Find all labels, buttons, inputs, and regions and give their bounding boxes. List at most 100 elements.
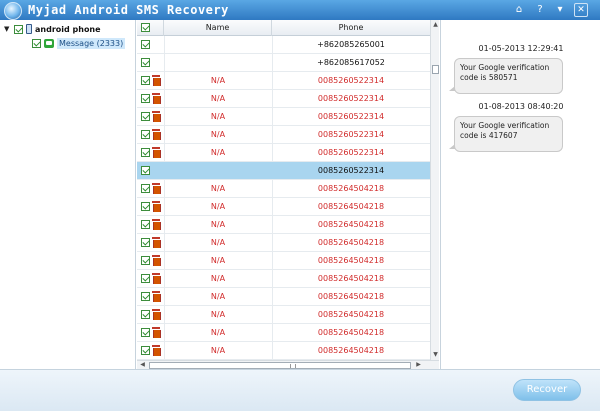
- cell-phone: 0085264504218: [317, 310, 385, 319]
- row-checkbox[interactable]: [141, 94, 150, 103]
- cell-name: [164, 36, 272, 54]
- cell-name: N/A: [210, 292, 226, 301]
- table-row[interactable]: N/A 0085264504218: [137, 216, 430, 234]
- deleted-trash-icon: [152, 75, 161, 86]
- row-checkbox[interactable]: [141, 220, 150, 229]
- scroll-right-icon[interactable]: ▶: [414, 361, 423, 369]
- device-tree: ▼ android phone Message (2333): [0, 20, 136, 369]
- cell-name: N/A: [210, 130, 226, 139]
- cell-phone: 0085260522314: [317, 112, 385, 121]
- scroll-up-icon[interactable]: ▲: [431, 21, 440, 29]
- app-logo-icon: [4, 2, 22, 20]
- scroll-grip-icon: [290, 364, 296, 368]
- table-row[interactable]: N/A 0085264504218: [137, 270, 430, 288]
- row-checkbox[interactable]: [141, 256, 150, 265]
- row-checkbox[interactable]: [141, 292, 150, 301]
- row-checkbox[interactable]: [141, 166, 150, 175]
- message-node-label[interactable]: Message (2333): [57, 37, 126, 49]
- device-checkbox[interactable]: [14, 24, 23, 34]
- help-icon[interactable]: ?: [533, 3, 547, 17]
- message-preview-pane: 01-05-2013 12:29:41 Your Google verifica…: [440, 20, 600, 369]
- table-row[interactable]: N/A 0085264504218: [137, 288, 430, 306]
- vertical-scroll-thumb[interactable]: [432, 65, 439, 74]
- scroll-left-icon[interactable]: ◀: [138, 361, 147, 369]
- deleted-trash-icon: [152, 327, 161, 338]
- cell-name: N/A: [210, 310, 226, 319]
- title-bar: Myjad Android SMS Recovery ⌂ ? ▾ ✕: [0, 0, 600, 20]
- table-row[interactable]: N/A 0085260522314: [137, 108, 430, 126]
- row-checkbox[interactable]: [141, 328, 150, 337]
- row-checkbox[interactable]: [141, 184, 150, 193]
- header-select-all[interactable]: [137, 20, 164, 36]
- cell-phone: 0085264504218: [317, 238, 385, 247]
- table-row[interactable]: +862085617052: [137, 54, 430, 72]
- table-row[interactable]: N/A 0085264504218: [137, 324, 430, 342]
- cell-phone: 0085260522314: [317, 130, 385, 139]
- table-row[interactable]: N/A 0085264504218: [137, 252, 430, 270]
- deleted-trash-icon: [152, 147, 161, 158]
- deleted-trash-icon: [152, 309, 161, 320]
- scroll-down-icon[interactable]: ▼: [431, 351, 440, 359]
- cell-phone: 0085264504218: [317, 346, 385, 355]
- table-row[interactable]: N/A 0085260522314: [137, 90, 430, 108]
- cell-name: N/A: [210, 94, 226, 103]
- row-checkbox[interactable]: [141, 112, 150, 121]
- row-checkbox[interactable]: [141, 238, 150, 247]
- message-table: Name Phone +862085265001 +862085617052 N/A…: [137, 20, 430, 381]
- horizontal-scroll-thumb[interactable]: [149, 362, 411, 369]
- row-checkbox[interactable]: [141, 202, 150, 211]
- home-icon[interactable]: ⌂: [512, 3, 526, 17]
- row-checkbox[interactable]: [141, 76, 150, 85]
- footer-bar: Recover: [0, 369, 600, 411]
- row-checkbox[interactable]: [141, 58, 150, 67]
- table-row[interactable]: N/A 0085264504218: [137, 342, 430, 360]
- table-row[interactable]: N/A 0085264504218: [137, 306, 430, 324]
- cell-phone: +862085265001: [317, 40, 385, 49]
- row-checkbox[interactable]: [141, 346, 150, 355]
- table-row[interactable]: N/A 0085264504218: [137, 180, 430, 198]
- cell-phone: 0085260522314: [317, 76, 385, 85]
- row-checkbox[interactable]: [141, 310, 150, 319]
- table-row[interactable]: N/A 0085264504218: [137, 198, 430, 216]
- message-timestamp: 01-05-2013 12:29:41: [478, 44, 564, 53]
- recover-button[interactable]: Recover: [513, 379, 581, 401]
- row-checkbox[interactable]: [141, 130, 150, 139]
- deleted-trash-icon: [152, 255, 161, 266]
- deleted-trash-icon: [152, 273, 161, 284]
- cell-name: N/A: [210, 202, 226, 211]
- table-row[interactable]: N/A 0085264504218: [137, 234, 430, 252]
- column-header-phone[interactable]: Phone: [272, 20, 430, 36]
- cell-phone: 0085260522314: [317, 148, 385, 157]
- cell-phone: 0085264504218: [317, 274, 385, 283]
- menu-icon[interactable]: ▾: [553, 3, 567, 17]
- row-checkbox[interactable]: [141, 40, 150, 49]
- message-checkbox[interactable]: [32, 38, 41, 48]
- table-row[interactable]: +862085265001: [137, 36, 430, 54]
- table-row[interactable]: N/A 0085260522314: [137, 72, 430, 90]
- cell-name: N/A: [210, 328, 226, 337]
- cell-name: [164, 162, 272, 180]
- horizontal-scrollbar[interactable]: ◀ ▶: [137, 360, 439, 369]
- cell-phone: 0085264504218: [317, 292, 385, 301]
- close-icon[interactable]: ✕: [574, 3, 588, 17]
- vertical-scrollbar[interactable]: ▲ ▼: [430, 20, 439, 360]
- tree-node-device[interactable]: ▼ android phone: [4, 22, 101, 36]
- deleted-trash-icon: [152, 201, 161, 212]
- cell-name: N/A: [210, 346, 226, 355]
- cell-name: N/A: [210, 148, 226, 157]
- table-header: Name Phone: [137, 20, 430, 36]
- column-header-name[interactable]: Name: [164, 20, 272, 36]
- tree-node-messages[interactable]: Message (2333): [32, 36, 126, 50]
- table-row[interactable]: 0085260522314: [137, 162, 430, 180]
- cell-phone: 0085264504218: [317, 220, 385, 229]
- expand-triangle-icon[interactable]: ▼: [4, 25, 12, 33]
- message-timestamp: 01-08-2013 08:40:20: [478, 102, 564, 111]
- deleted-trash-icon: [152, 93, 161, 104]
- cell-name: N/A: [210, 220, 226, 229]
- select-all-checkbox[interactable]: [141, 23, 150, 32]
- table-row[interactable]: N/A 0085260522314: [137, 126, 430, 144]
- cell-phone: 0085264504218: [317, 202, 385, 211]
- row-checkbox[interactable]: [141, 274, 150, 283]
- row-checkbox[interactable]: [141, 148, 150, 157]
- table-row[interactable]: N/A 0085260522314: [137, 144, 430, 162]
